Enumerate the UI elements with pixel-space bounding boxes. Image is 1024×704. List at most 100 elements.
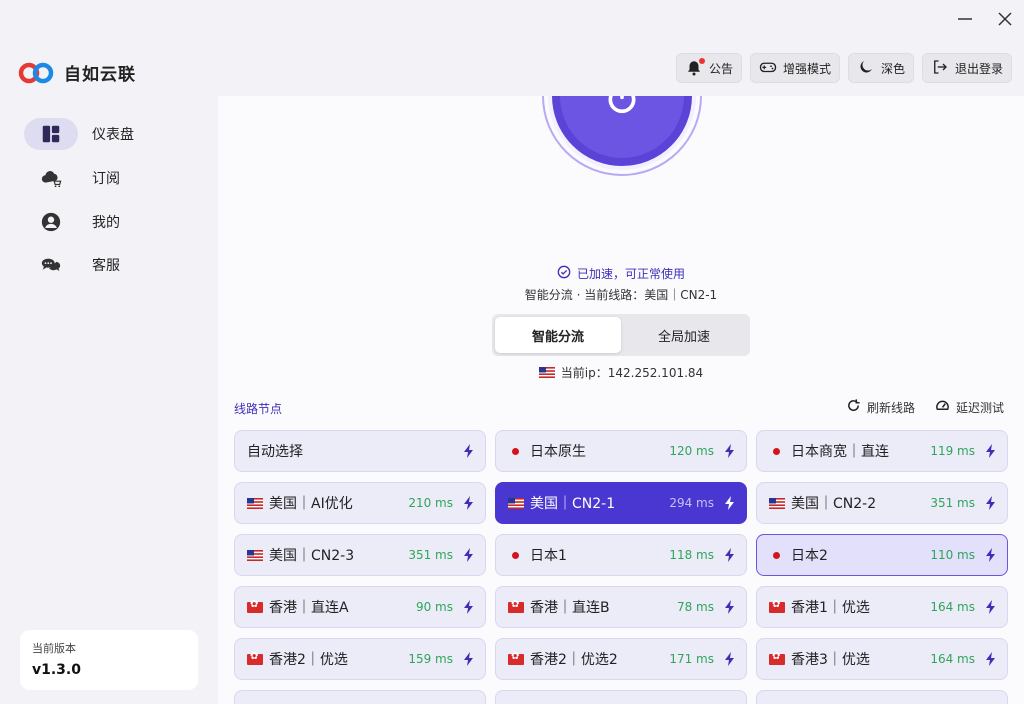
sidebar-item-dashboard[interactable]: 仪表盘	[24, 118, 204, 150]
node-item[interactable]: 香港｜直连B 78 ms	[495, 586, 747, 628]
moon-icon	[857, 58, 875, 79]
node-item[interactable]: 美国｜AI优化 210 ms	[234, 482, 486, 524]
mode-toggle: 智能分流 全局加速	[492, 314, 750, 356]
enhanced-mode-button[interactable]: 增强模式	[749, 53, 840, 83]
node-name: 香港3｜优选	[791, 652, 870, 668]
power-widget	[542, 96, 702, 176]
version-label: 当前版本	[32, 642, 76, 655]
jp-flag-icon	[508, 550, 524, 561]
logout-label: 退出登录	[954, 61, 1003, 76]
hk-flag-icon	[247, 651, 263, 665]
node-item[interactable]: 香港1｜优选 164 ms	[756, 586, 1008, 628]
node-name: 香港｜直连A	[269, 600, 349, 616]
bolt-icon	[985, 548, 997, 562]
node-item[interactable]: 美国｜CN2-2 351 ms	[756, 482, 1008, 524]
announce-button[interactable]: 公告	[675, 53, 742, 83]
node-name: 日本2	[791, 548, 828, 564]
hk-flag-icon	[769, 651, 785, 665]
cloud-cart-icon	[24, 162, 78, 194]
sidebar-item-subscribe[interactable]: 订阅	[24, 162, 204, 194]
current-route: 智能分流 · 当前线路：美国｜CN2-1	[524, 288, 718, 302]
check-circle-icon	[557, 265, 571, 282]
node-name: 日本商宽｜直连	[791, 444, 889, 460]
node-latency: 351 ms	[408, 548, 453, 562]
node-item[interactable]: 日本1 118 ms	[495, 534, 747, 576]
section-title: 线路节点	[234, 402, 283, 416]
node-item[interactable]: 香港2｜优选2 171 ms	[495, 638, 747, 680]
node-item[interactable]: 香港3｜优选 164 ms	[756, 638, 1008, 680]
node-grid: 自动选择 日本原生 120 ms 日本商宽｜直连 119 ms 美国｜AI优化 210 ms…	[234, 430, 1008, 704]
ip-text: 当前ip：142.252.101.84	[560, 366, 704, 380]
app-name: 自如云联	[64, 65, 136, 85]
node-item[interactable]	[234, 690, 486, 704]
bolt-icon	[463, 444, 475, 458]
node-item[interactable]: 香港2｜优选 159 ms	[234, 638, 486, 680]
node-item[interactable]	[495, 690, 747, 704]
node-latency: 210 ms	[408, 496, 453, 510]
node-item[interactable]: 日本商宽｜直连 119 ms	[756, 430, 1008, 472]
node-item[interactable]: 香港｜直连A 90 ms	[234, 586, 486, 628]
sidebar-item-support[interactable]: 客服	[24, 249, 204, 281]
node-latency: 110 ms	[930, 548, 975, 562]
node-name: 香港2｜优选	[269, 652, 348, 668]
speedometer-icon	[935, 398, 950, 416]
bolt-icon	[463, 600, 475, 614]
logout-icon	[931, 58, 949, 79]
sidebar: 仪表盘 订阅 我的 客服 当前版本 v1.3.0	[0, 96, 216, 704]
us-flag-icon	[769, 497, 785, 509]
main-panel: 已加速，可正常使用 智能分流 · 当前线路：美国｜CN2-1 智能分流 全局加速…	[218, 96, 1024, 704]
bolt-icon	[985, 496, 997, 510]
sidebar-item-profile[interactable]: 我的	[24, 206, 204, 238]
refresh-label: 刷新线路	[866, 400, 915, 415]
refresh-button[interactable]: 刷新线路	[846, 398, 915, 416]
power-icon	[602, 96, 642, 123]
bolt-icon	[463, 652, 475, 666]
logout-button[interactable]: 退出登录	[921, 53, 1012, 83]
dark-mode-label: 深色	[880, 61, 905, 76]
refresh-icon	[846, 398, 861, 416]
us-flag-icon	[538, 367, 555, 378]
node-latency: 118 ms	[669, 548, 714, 562]
node-item[interactable]: 美国｜CN2-3 351 ms	[234, 534, 486, 576]
sidebar-item-label: 客服	[92, 258, 120, 274]
dark-mode-button[interactable]: 深色	[847, 53, 914, 83]
node-name: 美国｜AI优化	[269, 496, 353, 512]
node-name: 美国｜CN2-2	[791, 496, 877, 512]
window-controls	[954, 8, 1016, 30]
bolt-icon	[463, 548, 475, 562]
close-icon[interactable]	[994, 8, 1016, 30]
node-item[interactable]: 自动选择	[234, 430, 486, 472]
hk-flag-icon	[769, 599, 785, 613]
node-latency: 90 ms	[415, 600, 453, 614]
node-item[interactable]: 日本原生 120 ms	[495, 430, 747, 472]
connection-status: 已加速，可正常使用	[218, 265, 1024, 282]
mode-global-button[interactable]: 全局加速	[621, 317, 747, 353]
node-name: 日本1	[530, 548, 567, 564]
jp-flag-icon	[769, 446, 785, 457]
node-item[interactable]: 美国｜CN2-1 294 ms	[495, 482, 747, 524]
latency-test-button[interactable]: 延迟测试	[935, 398, 1004, 416]
node-latency: 351 ms	[930, 496, 975, 510]
node-latency: 294 ms	[669, 496, 714, 510]
node-item[interactable]	[756, 690, 1008, 704]
us-flag-icon	[247, 497, 263, 509]
mode-smart-button[interactable]: 智能分流	[495, 317, 621, 353]
jp-flag-icon	[508, 446, 524, 457]
jp-flag-icon	[769, 550, 785, 561]
node-item[interactable]: 日本2 110 ms	[756, 534, 1008, 576]
node-name: 香港2｜优选2	[530, 652, 618, 668]
bolt-icon	[985, 652, 997, 666]
version-card: 当前版本 v1.3.0	[20, 630, 198, 690]
hk-flag-icon	[508, 651, 524, 665]
minimize-icon[interactable]	[954, 8, 976, 30]
status-text: 已加速，可正常使用	[576, 267, 685, 281]
bolt-icon	[724, 600, 736, 614]
node-name: 香港｜直连B	[530, 600, 610, 616]
node-name: 美国｜CN2-1	[530, 496, 616, 512]
current-ip: 当前ip：142.252.101.84	[218, 364, 1024, 381]
logo-icon	[18, 61, 54, 85]
bolt-icon	[985, 444, 997, 458]
version-value: v1.3.0	[32, 662, 81, 678]
node-latency: 120 ms	[669, 444, 714, 458]
chat-icon	[24, 249, 78, 281]
